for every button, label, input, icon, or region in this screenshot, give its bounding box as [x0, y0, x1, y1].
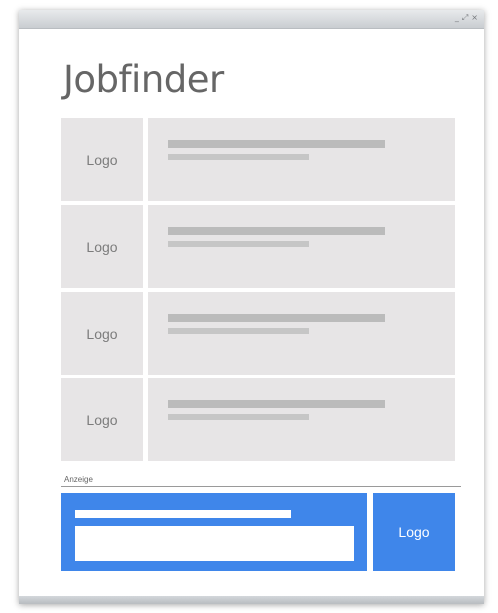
- job-subtitle-placeholder: [168, 241, 309, 247]
- window-bottom-bar: [19, 596, 484, 604]
- job-subtitle-placeholder: [168, 414, 309, 420]
- job-title-placeholder: [168, 227, 385, 235]
- job-info: [148, 378, 455, 461]
- window-controls: _ ⤢ ×: [455, 13, 478, 23]
- job-logo-placeholder: Logo: [61, 292, 143, 375]
- ad-label: Anzeige: [64, 475, 93, 484]
- ad-banner[interactable]: [61, 493, 367, 571]
- app-window: _ ⤢ × Jobfinder Logo Logo Logo Logo Anze…: [19, 10, 484, 604]
- job-title-placeholder: [168, 314, 385, 322]
- ad-headline-placeholder: [75, 510, 291, 518]
- close-button[interactable]: ×: [471, 13, 478, 23]
- job-info: [148, 292, 455, 375]
- ad-divider: [61, 486, 461, 487]
- minimize-button[interactable]: _: [455, 13, 459, 23]
- job-logo-placeholder: Logo: [61, 205, 143, 288]
- job-subtitle-placeholder: [168, 154, 309, 160]
- job-listing-3[interactable]: Logo: [61, 292, 455, 375]
- page-title: Jobfinder: [63, 58, 224, 101]
- ad-content: [61, 493, 367, 571]
- ad-logo-placeholder[interactable]: Logo: [373, 493, 455, 571]
- job-subtitle-placeholder: [168, 328, 309, 334]
- job-listing-1[interactable]: Logo: [61, 118, 455, 201]
- job-logo-placeholder: Logo: [61, 118, 143, 201]
- job-listing-2[interactable]: Logo: [61, 205, 455, 288]
- ad-text-placeholder: [75, 526, 354, 561]
- restore-button[interactable]: ⤢: [462, 13, 468, 23]
- window-titlebar[interactable]: _ ⤢ ×: [19, 10, 484, 29]
- job-title-placeholder: [168, 140, 385, 148]
- job-info: [148, 205, 455, 288]
- job-logo-placeholder: Logo: [61, 378, 143, 461]
- job-title-placeholder: [168, 400, 385, 408]
- job-listing-4[interactable]: Logo: [61, 378, 455, 461]
- job-info: [148, 118, 455, 201]
